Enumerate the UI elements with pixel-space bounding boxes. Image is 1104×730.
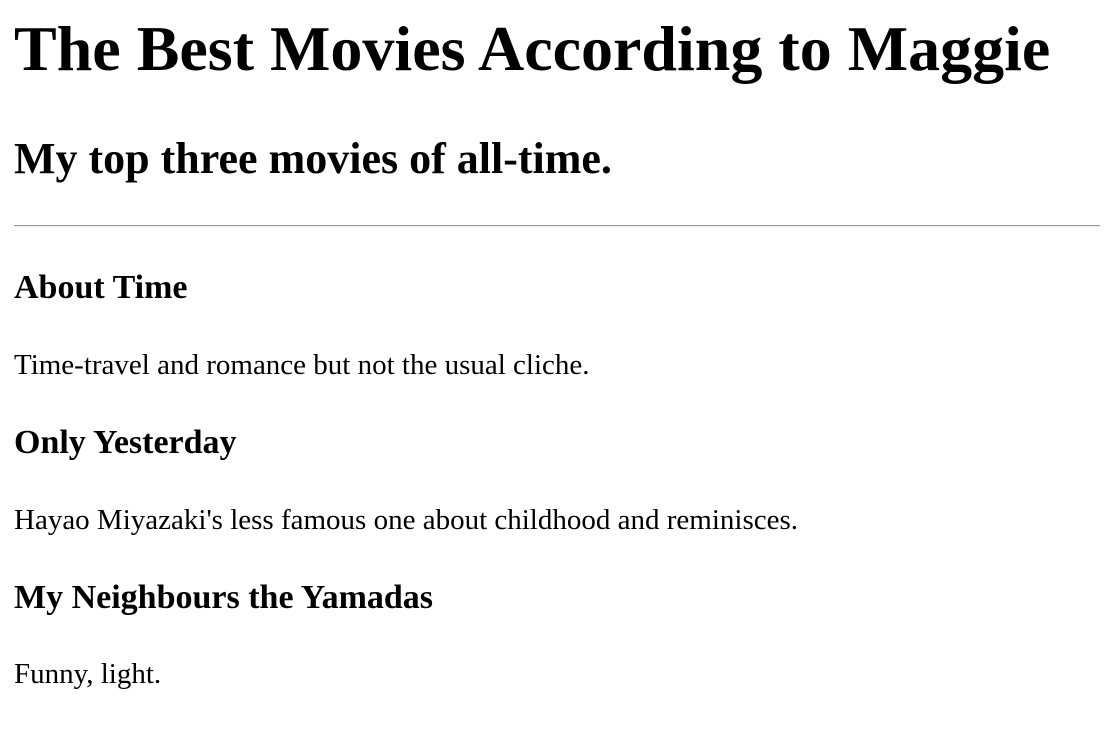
movie-title-about-time: About Time: [14, 269, 188, 306]
page-subtitle: My top three movies of all-time.: [14, 134, 612, 183]
movie-description-about-time: Time-travel and romance but not the usua…: [14, 349, 590, 381]
page-title: The Best Movies According to Maggie: [14, 13, 1051, 84]
movie-description-my-neighbours-the-yamadas: Funny, light.: [14, 658, 162, 690]
movie-description-only-yesterday: Hayao Miyazaki's less famous one about c…: [14, 504, 799, 536]
horizontal-divider: [14, 225, 1100, 227]
movie-title-my-neighbours-the-yamadas: My Neighbours the Yamadas: [14, 579, 434, 616]
movie-title-only-yesterday: Only Yesterday: [14, 424, 237, 461]
